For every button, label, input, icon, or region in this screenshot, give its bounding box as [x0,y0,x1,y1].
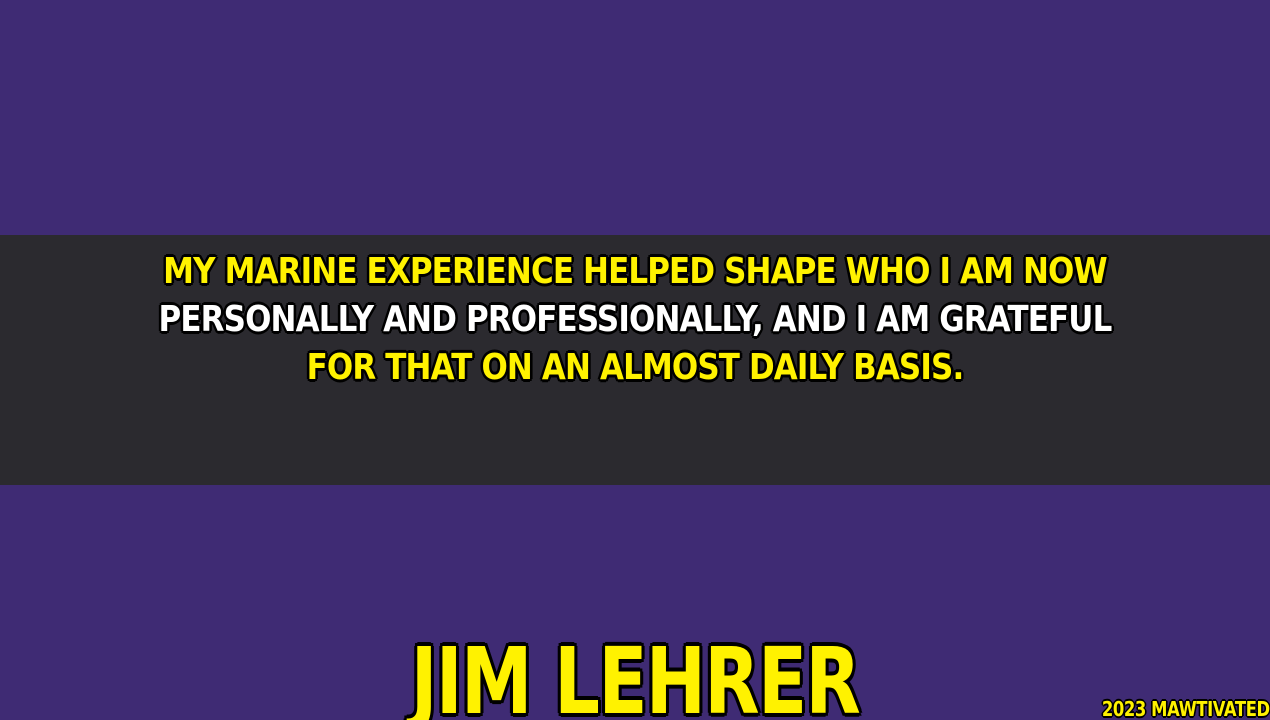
quote-text: MY MARINE EXPERIENCE HELPED SHAPE WHO I … [0,248,1270,392]
quote-line-1: MY MARINE EXPERIENCE HELPED SHAPE WHO I … [163,251,1107,292]
quote-line-2: PERSONALLY AND PROFESSIONALLY, AND I AM … [158,299,1113,340]
quote-line-3: FOR THAT ON AN ALMOST DAILY BASIS. [306,347,965,388]
author-name: JIM LEHRER [410,628,861,720]
watermark: 2023 MAWTIVATED [1102,697,1270,720]
